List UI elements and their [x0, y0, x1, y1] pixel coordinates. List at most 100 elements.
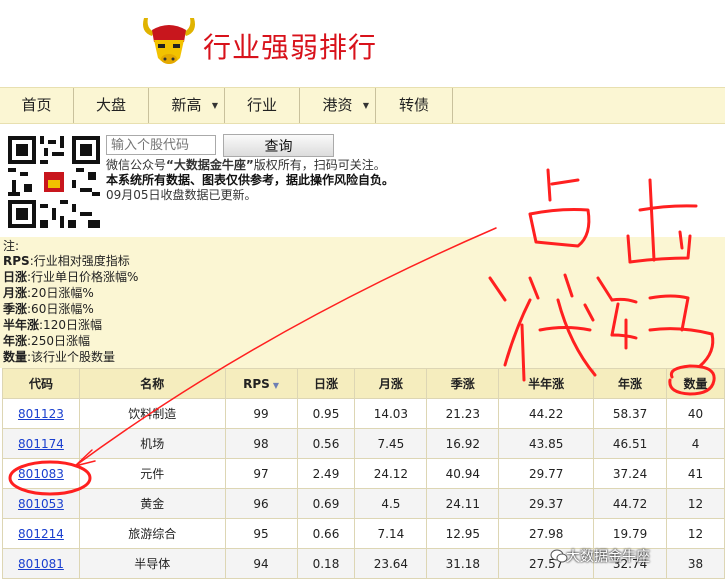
year-change-cell: 19.79 — [593, 518, 668, 549]
month-change-cell: 4.5 — [354, 488, 428, 519]
rps-cell: 94 — [224, 548, 298, 579]
note-item: 日涨:行业单日价格涨幅% — [3, 270, 139, 284]
sort-desc-icon: ▼ — [272, 380, 279, 390]
note-item: 半年涨:120日涨幅 — [3, 318, 102, 332]
rps-cell: 97 — [224, 458, 298, 489]
count-cell: 12 — [666, 488, 725, 519]
code-cell: 801081 — [2, 548, 80, 579]
rps-cell: 98 — [224, 428, 298, 459]
col-header-rps[interactable]: RPS ▼ — [224, 368, 298, 399]
code-cell: 801123 — [2, 398, 80, 429]
nav-label: 新高 — [171, 96, 202, 114]
note-item: 数量:该行业个股数量 — [3, 350, 116, 364]
day-change-cell: 0.56 — [296, 428, 356, 459]
col-header-month-change[interactable]: 月涨 — [354, 368, 428, 399]
year-change-cell: 46.51 — [593, 428, 668, 459]
code-cell: 801214 — [2, 518, 80, 549]
nav-label: 港资 — [322, 96, 353, 114]
halfyear-change-cell: 44.22 — [498, 398, 595, 429]
industry-code-link[interactable]: 801083 — [18, 467, 64, 481]
day-change-cell: 2.49 — [296, 458, 356, 489]
col-header-count[interactable]: 数量 — [666, 368, 725, 399]
year-change-cell: 58.37 — [593, 398, 668, 429]
quarter-change-cell: 12.95 — [426, 518, 500, 549]
notes-panel: 注: RPS:行业相对强度指标 日涨:行业单日价格涨幅% 月涨:20日涨幅% 季… — [0, 237, 725, 368]
copyright-line: 微信公众号“大数据金牛座”版权所有，扫码可关注。 — [106, 158, 406, 173]
nav-hk-capital[interactable]: 港资 ▼ — [300, 88, 376, 123]
table-row: 801083 元件 97 2.49 24.12 40.94 29.77 37.24 41 — [2, 458, 725, 489]
name-cell: 黄金 — [78, 488, 226, 519]
col-header-quarter-change[interactable]: 季涨 — [426, 368, 500, 399]
qr-code-icon — [8, 136, 100, 228]
count-cell: 41 — [666, 458, 725, 489]
halfyear-change-cell: 29.77 — [498, 458, 595, 489]
search-button[interactable]: 查询 — [223, 134, 334, 157]
month-change-cell: 7.14 — [354, 518, 428, 549]
day-change-cell: 0.95 — [296, 398, 356, 429]
halfyear-change-cell: 43.85 — [498, 428, 595, 459]
info-block: 微信公众号“大数据金牛座”版权所有，扫码可关注。 本系统所有数据、图表仅供参考，… — [106, 158, 406, 203]
day-change-cell: 0.69 — [296, 488, 356, 519]
industry-code-link[interactable]: 801174 — [18, 437, 64, 451]
bull-logo-icon — [143, 18, 195, 64]
code-cell: 801053 — [2, 488, 80, 519]
col-header-year-change[interactable]: 年涨 — [593, 368, 668, 399]
update-status: 09月05日收盘数据已更新。 — [106, 188, 257, 202]
col-header-halfyear-change[interactable]: 半年涨 — [498, 368, 595, 399]
caret-down-icon: ▼ — [211, 101, 218, 110]
note-item: RPS:行业相对强度指标 — [3, 254, 130, 268]
stock-code-search-input[interactable] — [106, 135, 216, 155]
name-cell: 元件 — [78, 458, 226, 489]
name-cell: 半导体 — [78, 548, 226, 579]
caret-down-icon: ▼ — [362, 101, 369, 110]
note-item: 月涨:20日涨幅% — [3, 286, 94, 300]
industry-code-link[interactable]: 801214 — [18, 527, 64, 541]
info-text: 微信公众号 — [106, 158, 167, 172]
nav-new-high[interactable]: 新高 ▼ — [149, 88, 225, 123]
code-cell: 801083 — [2, 458, 80, 489]
brand-name: “大数据金牛座” — [166, 158, 254, 172]
site-title: 行业强弱排行 — [203, 31, 378, 64]
month-change-cell: 7.45 — [354, 428, 428, 459]
col-header-code[interactable]: 代码 — [2, 368, 80, 399]
nav-industry[interactable]: 行业 — [225, 88, 300, 123]
rps-cell: 99 — [224, 398, 298, 429]
industry-code-link[interactable]: 801081 — [18, 557, 64, 571]
table-header-row: 代码 名称 RPS ▼ 日涨 月涨 季涨 半年涨 年涨 数量 — [2, 368, 725, 399]
disclaimer-line: 本系统所有数据、图表仅供参考，据此操作风险自负。 — [106, 173, 395, 187]
info-text: 版权所有，扫码可关注。 — [253, 158, 386, 172]
name-cell: 机场 — [78, 428, 226, 459]
quarter-change-cell: 40.94 — [426, 458, 500, 489]
quarter-change-cell: 24.11 — [426, 488, 500, 519]
quarter-change-cell: 16.92 — [426, 428, 500, 459]
note-item: 年涨:250日涨幅 — [3, 334, 90, 348]
table-row: 801053 黄金 96 0.69 4.5 24.11 29.37 44.72 12 — [2, 488, 725, 519]
year-change-cell: 44.72 — [593, 488, 668, 519]
count-cell: 12 — [666, 518, 725, 549]
halfyear-change-cell: 29.37 — [498, 488, 595, 519]
day-change-cell: 0.18 — [296, 548, 356, 579]
nav-convertible-bond[interactable]: 转债 — [376, 88, 453, 123]
name-cell: 饮料制造 — [78, 398, 226, 429]
watermark: 大数据金牛座 — [566, 549, 650, 565]
quarter-change-cell: 31.18 — [426, 548, 500, 579]
nav-label: 转债 — [398, 96, 429, 114]
rps-cell: 95 — [224, 518, 298, 549]
count-cell: 38 — [666, 548, 725, 579]
table-row: 801214 旅游综合 95 0.66 7.14 12.95 27.98 19.79 12 — [2, 518, 725, 549]
nav-label: 行业 — [246, 96, 277, 114]
col-header-day-change[interactable]: 日涨 — [296, 368, 356, 399]
note-item: 季涨:60日涨幅% — [3, 302, 94, 316]
name-cell: 旅游综合 — [78, 518, 226, 549]
notes-heading: 注: — [3, 239, 20, 253]
table-row: 801174 机场 98 0.56 7.45 16.92 43.85 46.51 4 — [2, 428, 725, 459]
nav-market[interactable]: 大盘 — [74, 88, 149, 123]
col-header-name[interactable]: 名称 — [78, 368, 226, 399]
nav-home[interactable]: 首页 — [0, 88, 74, 123]
count-cell: 40 — [666, 398, 725, 429]
month-change-cell: 23.64 — [354, 548, 428, 579]
year-change-cell: 37.24 — [593, 458, 668, 489]
nav-label: 大盘 — [95, 96, 126, 114]
industry-code-link[interactable]: 801053 — [18, 497, 64, 511]
industry-code-link[interactable]: 801123 — [18, 407, 64, 421]
